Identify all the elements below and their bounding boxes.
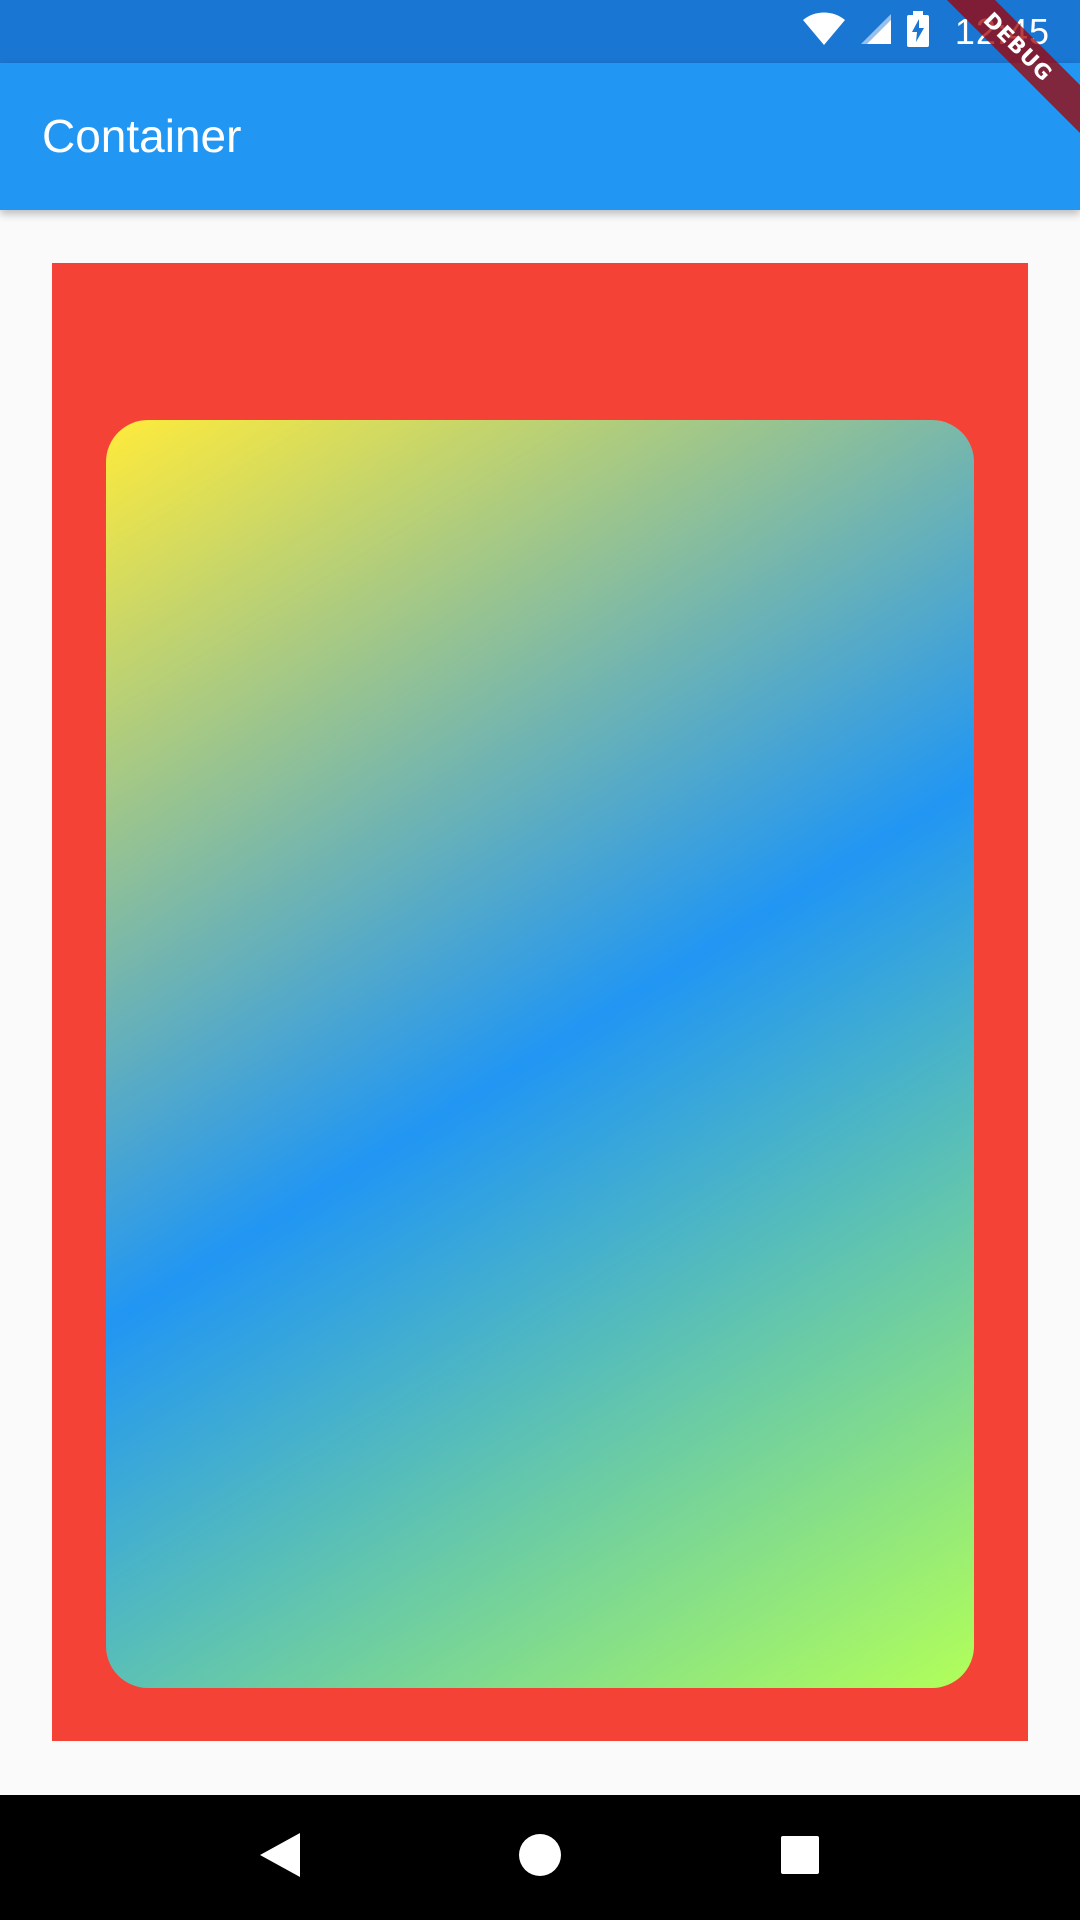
status-icons: 12:45 xyxy=(802,0,1050,63)
app-bar-title: Container xyxy=(42,110,242,162)
recents-button[interactable] xyxy=(755,1813,845,1903)
back-icon xyxy=(260,1833,300,1882)
app-bar: Container xyxy=(0,63,1080,210)
gradient-container xyxy=(106,420,974,1688)
home-button[interactable] xyxy=(495,1813,585,1903)
outer-red-container xyxy=(52,263,1028,1741)
battery-charging-icon xyxy=(906,11,929,52)
status-time: 12:45 xyxy=(954,10,1050,52)
home-icon xyxy=(518,1833,562,1882)
wifi-icon xyxy=(802,12,845,51)
system-nav-bar xyxy=(0,1795,1080,1920)
status-bar: 12:45 xyxy=(0,0,1080,63)
recents-icon xyxy=(781,1836,819,1879)
cell-signal-icon xyxy=(860,14,891,49)
app-screen: 12:45 Container DEBUG xyxy=(0,0,1080,1920)
back-button[interactable] xyxy=(235,1813,325,1903)
